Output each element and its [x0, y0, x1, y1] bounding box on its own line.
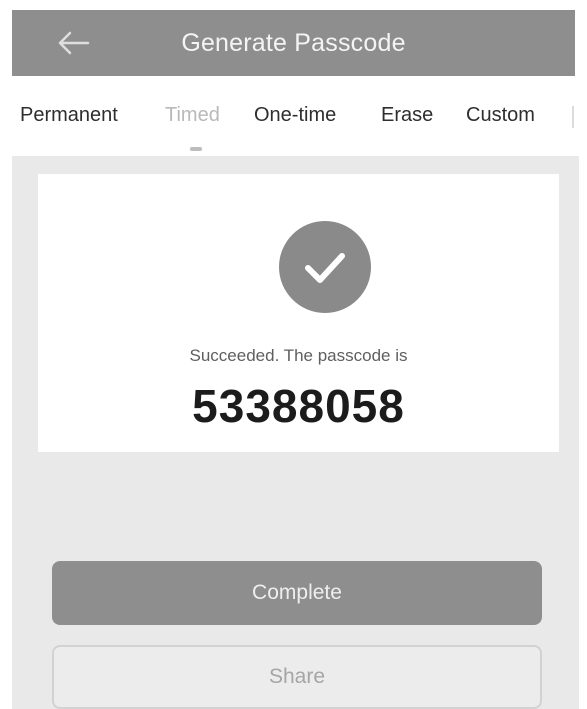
app-screen: Generate Passcode Permanent Timed One-ti…	[0, 0, 587, 709]
checkmark-circle-icon	[279, 221, 371, 313]
tab-timed[interactable]: Timed	[165, 104, 220, 127]
tab-bar: Permanent Timed One-time Erase Custom	[0, 76, 587, 156]
page-title: Generate Passcode	[181, 29, 406, 57]
active-tab-indicator	[190, 147, 202, 151]
header-bar: Generate Passcode	[12, 10, 575, 76]
tab-overflow-divider	[572, 106, 574, 128]
complete-button[interactable]: Complete	[52, 561, 542, 625]
tab-custom[interactable]: Custom	[466, 104, 535, 127]
tab-permanent[interactable]: Permanent	[20, 104, 118, 127]
content-area: Succeeded. The passcode is 53388058 Comp…	[12, 156, 579, 709]
result-card: Succeeded. The passcode is 53388058	[38, 174, 559, 452]
checkmark-icon	[305, 253, 345, 283]
tab-erase[interactable]: Erase	[381, 104, 433, 127]
share-button[interactable]: Share	[52, 645, 542, 709]
success-message: Succeeded. The passcode is	[189, 346, 408, 365]
passcode-value: 53388058	[192, 380, 405, 432]
tab-one-time[interactable]: One-time	[254, 104, 336, 127]
